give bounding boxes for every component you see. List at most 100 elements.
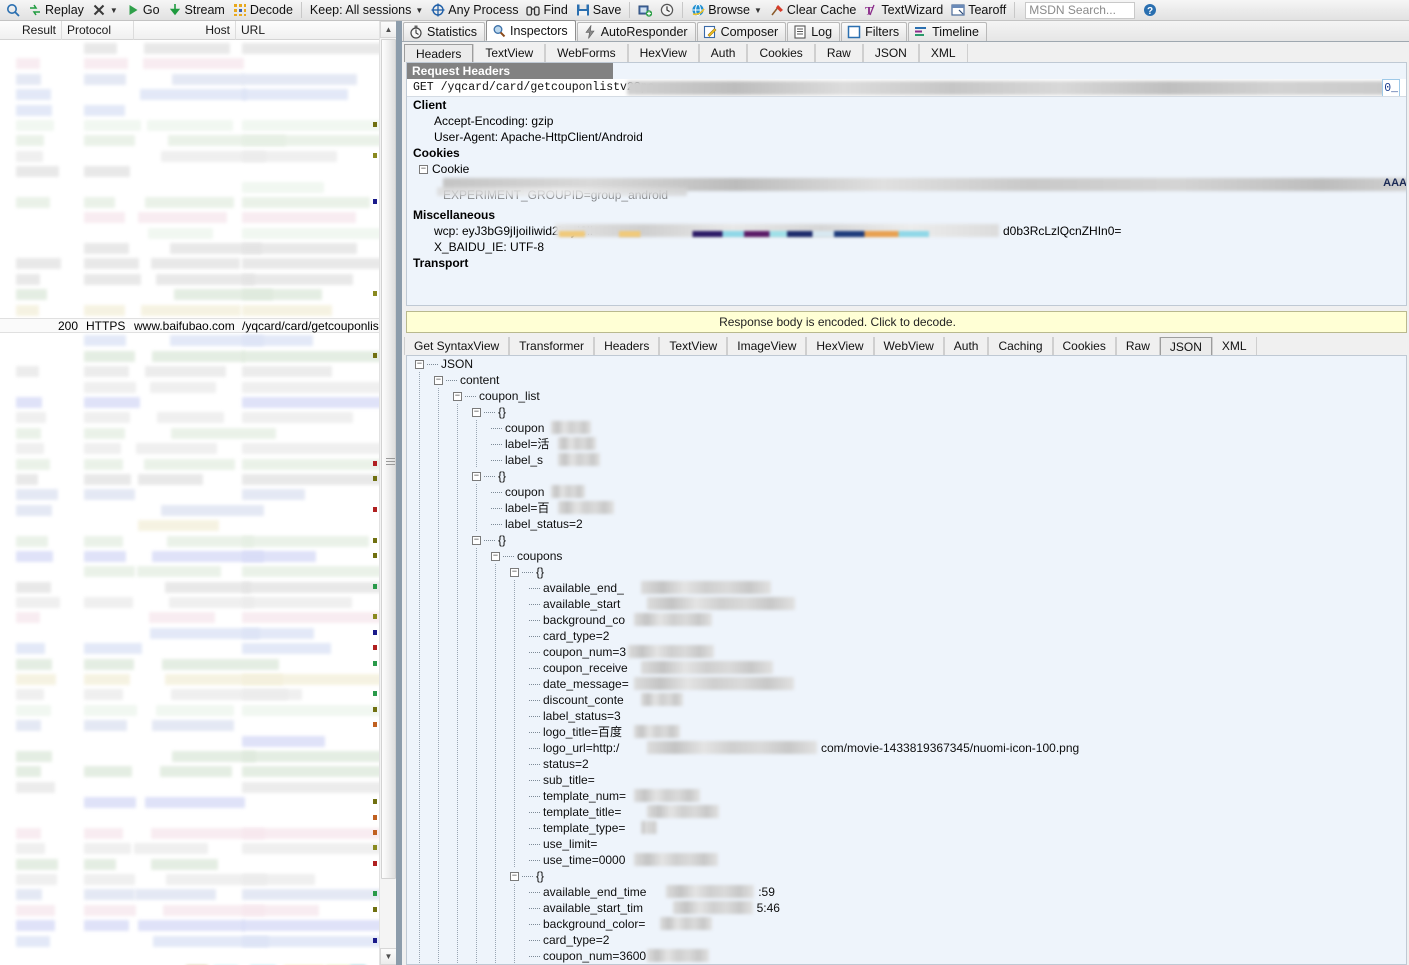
response-tab-hexview[interactable]: HexView	[806, 337, 874, 355]
json-node[interactable]: − JSON	[415, 356, 473, 372]
request-tab-cookies[interactable]: Cookies	[747, 44, 815, 62]
table-row[interactable]	[0, 811, 379, 826]
json-node[interactable]: background_co	[529, 612, 625, 628]
response-tab-caching[interactable]: Caching	[988, 337, 1053, 355]
json-node[interactable]: template_type=	[529, 820, 625, 836]
table-row[interactable]	[0, 687, 379, 702]
collapse-icon[interactable]: −	[434, 375, 443, 385]
table-row[interactable]	[0, 226, 379, 241]
tab-inspectors[interactable]: Inspectors	[486, 20, 576, 41]
json-node[interactable]: template_title=	[529, 804, 621, 820]
json-node[interactable]: available_start	[529, 596, 620, 612]
help-button[interactable]: ?	[1139, 1, 1161, 20]
table-row[interactable]	[0, 241, 379, 256]
json-tree-row[interactable]: discount_conte	[407, 692, 1406, 708]
json-tree-row[interactable]: sub_title=	[407, 772, 1406, 788]
collapse-icon[interactable]: −	[491, 551, 500, 561]
json-node[interactable]: available_end_time	[529, 884, 646, 900]
response-tab-transformer[interactable]: Transformer	[509, 337, 595, 355]
table-row[interactable]	[0, 534, 379, 549]
json-node[interactable]: sub_title=	[529, 772, 595, 788]
column-header-url[interactable]: URL	[236, 21, 376, 40]
json-node[interactable]: logo_url=http:/	[529, 740, 619, 756]
request-tab-webforms[interactable]: WebForms	[545, 44, 628, 62]
json-tree-row[interactable]: background_co	[407, 612, 1406, 628]
table-row[interactable]	[0, 564, 379, 579]
timer-button[interactable]	[656, 1, 678, 20]
table-row[interactable]	[0, 734, 379, 749]
tab-log[interactable]: Log	[787, 22, 841, 41]
table-row[interactable]	[0, 272, 379, 287]
table-row[interactable]	[0, 918, 379, 933]
table-row[interactable]	[0, 349, 379, 364]
table-row[interactable]	[0, 303, 379, 318]
collapse-icon[interactable]: −	[510, 567, 519, 577]
json-node[interactable]: − {}	[472, 468, 506, 484]
table-row[interactable]	[0, 764, 379, 779]
response-tab-get-syntaxview[interactable]: Get SyntaxView	[404, 337, 510, 355]
table-row[interactable]	[0, 87, 379, 102]
response-tab-cookies[interactable]: Cookies	[1052, 337, 1116, 355]
table-row[interactable]	[0, 641, 379, 656]
table-row[interactable]	[0, 857, 379, 872]
msdn-search-input[interactable]: MSDN Search...	[1025, 1, 1136, 19]
search-icon[interactable]	[2, 1, 24, 20]
json-tree-row[interactable]: use_time=0000	[407, 852, 1406, 868]
decode-button[interactable]: Decode	[229, 1, 297, 20]
json-tree-row[interactable]: logo_url=http:/ com/movie-1433819367345/n…	[407, 740, 1406, 756]
table-row[interactable]	[0, 210, 379, 225]
table-row[interactable]	[0, 410, 379, 425]
json-tree-row[interactable]: available_start	[407, 596, 1406, 612]
json-node[interactable]: available_end_	[529, 580, 624, 596]
json-tree-row[interactable]: − {}	[407, 868, 1406, 884]
json-tree-row[interactable]: date_message=	[407, 676, 1406, 692]
request-tab-json[interactable]: JSON	[862, 44, 919, 62]
save-button[interactable]: Save	[572, 1, 626, 20]
json-tree-row[interactable]: − {}	[407, 404, 1406, 420]
table-row[interactable]	[0, 103, 379, 118]
json-node[interactable]: card_type=2	[529, 932, 609, 948]
json-node[interactable]: label_s	[491, 452, 543, 468]
json-tree-row[interactable]: coupon_num=3600	[407, 948, 1406, 964]
tab-autoresponder[interactable]: AutoResponder	[576, 22, 696, 41]
table-row[interactable]	[0, 549, 379, 564]
json-node[interactable]: template_num=	[529, 788, 626, 804]
request-tab-hexview[interactable]: HexView	[627, 44, 699, 62]
collapse-icon[interactable]: −	[472, 535, 481, 545]
response-tab-webview[interactable]: WebView	[873, 337, 944, 355]
json-tree-row[interactable]: template_num=	[407, 788, 1406, 804]
json-node[interactable]: discount_conte	[529, 692, 624, 708]
json-node[interactable]: label_status=2	[491, 516, 583, 532]
json-tree-row[interactable]: available_end_	[407, 580, 1406, 596]
go-button[interactable]: Go	[122, 1, 164, 20]
table-row[interactable]	[0, 380, 379, 395]
json-tree-row[interactable]: label=活	[407, 436, 1406, 452]
any-process-button[interactable]: Any Process	[427, 1, 522, 20]
collapse-icon[interactable]: −	[453, 391, 462, 401]
screenshot-button[interactable]	[634, 1, 656, 20]
json-node[interactable]: − {}	[472, 404, 506, 420]
request-line[interactable]: GET /yqcard/card/getcouponlistv2?pa 0_	[407, 79, 1406, 97]
table-row[interactable]	[0, 841, 379, 856]
json-tree-row[interactable]: label_s	[407, 452, 1406, 468]
table-row[interactable]	[0, 133, 379, 148]
json-node[interactable]: coupon	[491, 484, 544, 500]
table-row[interactable]	[0, 672, 379, 687]
table-row[interactable]	[0, 287, 379, 302]
table-row[interactable]	[0, 749, 379, 764]
json-tree-row[interactable]: − {}	[407, 532, 1406, 548]
request-tab-raw[interactable]: Raw	[814, 44, 863, 62]
table-row[interactable]	[0, 441, 379, 456]
response-tab-xml[interactable]: XML	[1211, 337, 1257, 355]
table-row[interactable]	[0, 256, 379, 271]
json-node[interactable]: coupon	[491, 420, 544, 436]
request-tab-auth[interactable]: Auth	[698, 44, 748, 62]
json-tree-row[interactable]: coupon	[407, 484, 1406, 500]
json-tree-row[interactable]: label=百	[407, 500, 1406, 516]
table-row[interactable]	[0, 41, 379, 56]
column-header-host[interactable]: Host	[134, 20, 236, 40]
json-node[interactable]: − {}	[510, 868, 544, 884]
column-header-result[interactable]: Result	[0, 20, 62, 40]
table-row[interactable]	[0, 934, 379, 949]
cookie-tree-node[interactable]: − Cookie	[407, 161, 1406, 177]
